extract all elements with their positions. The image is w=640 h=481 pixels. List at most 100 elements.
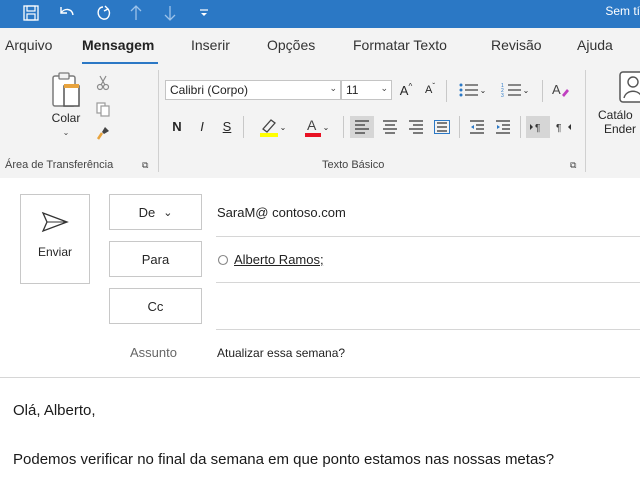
chevron-down-icon: ⌄ xyxy=(163,206,173,219)
tab-opcoes[interactable]: Opções xyxy=(267,37,315,53)
highlighter-icon xyxy=(259,119,278,137)
separator xyxy=(243,116,244,138)
copy-button[interactable] xyxy=(94,100,112,118)
from-button[interactable]: De ⌄ xyxy=(109,194,202,230)
cc-input[interactable] xyxy=(216,288,640,324)
align-left-icon xyxy=(355,120,369,134)
bold-button[interactable]: N xyxy=(169,116,185,136)
justify-button[interactable] xyxy=(430,116,454,138)
customize-quick-access-icon[interactable] xyxy=(196,2,212,24)
grow-font-button[interactable]: A ^ xyxy=(396,80,416,100)
paste-icon xyxy=(52,72,80,107)
font-size-combobox[interactable]: 11 ⌄ xyxy=(341,80,392,100)
field-divider xyxy=(216,329,640,330)
ltr-icon: ¶ xyxy=(530,123,540,134)
caret-down-icon: ˇ xyxy=(432,81,435,91)
shrink-font-button[interactable]: Aˇ xyxy=(420,80,440,100)
message-header: Enviar De ⌄ SaraM@ contoso.com Para Albe… xyxy=(0,178,640,376)
to-recipient[interactable]: Alberto Ramos; xyxy=(234,252,324,267)
send-button[interactable]: Enviar xyxy=(20,194,90,284)
chevron-down-icon: ⌄ xyxy=(279,122,287,132)
tab-mensagem[interactable]: Mensagem xyxy=(82,37,154,53)
arrow-up-icon[interactable] xyxy=(128,2,144,24)
font-color-icon: A xyxy=(304,117,321,137)
save-icon[interactable] xyxy=(20,2,42,24)
title-bar: Sem tí xyxy=(0,0,640,28)
align-right-icon xyxy=(409,120,423,134)
align-center-icon xyxy=(383,120,397,134)
to-field[interactable]: Alberto Ramos; xyxy=(217,252,324,267)
align-right-button[interactable] xyxy=(404,116,428,138)
align-center-button[interactable] xyxy=(378,116,402,138)
increase-indent-button[interactable] xyxy=(491,116,515,138)
from-value: SaraM@ contoso.com xyxy=(217,205,346,220)
chevron-down-icon: ⌄ xyxy=(479,85,487,95)
italic-button[interactable]: I xyxy=(194,116,210,136)
subject-input[interactable]: Atualizar essa semana? xyxy=(217,346,345,360)
tab-revisao[interactable]: Revisão xyxy=(491,37,542,53)
font-name-value: Calibri (Corpo) xyxy=(170,83,249,97)
left-to-right-button[interactable]: ¶ xyxy=(526,116,550,138)
bullets-button[interactable]: ⌄ xyxy=(454,80,490,100)
format-painter-button[interactable] xyxy=(94,124,112,142)
body-line-text: Podemos verificar no final da semana em … xyxy=(13,451,555,468)
cc-button[interactable]: Cc xyxy=(109,288,202,324)
right-to-left-button[interactable]: ¶ xyxy=(552,116,576,138)
numbering-icon: 123 xyxy=(501,83,521,98)
field-divider xyxy=(216,282,640,283)
from-label: De xyxy=(138,204,156,220)
font-name-combobox[interactable]: Calibri (Corpo) ⌄ xyxy=(165,80,341,100)
grow-font-label: A xyxy=(399,82,409,98)
rtl-icon: ¶ xyxy=(556,123,571,134)
send-label: Enviar xyxy=(37,245,72,259)
shrink-font-label: A xyxy=(424,84,433,96)
body-line-greeting: Olá, Alberto, xyxy=(13,402,96,419)
chevron-down-icon: ⌄ xyxy=(329,83,337,93)
field-divider xyxy=(216,236,640,237)
tab-ajuda[interactable]: Ajuda xyxy=(577,37,613,53)
message-body[interactable]: Olá, Alberto, Podemos verificar no final… xyxy=(0,377,640,481)
paste-dropdown-arrow: ⌄ xyxy=(62,128,70,137)
to-button[interactable]: Para xyxy=(109,241,202,277)
undo-icon[interactable] xyxy=(56,2,78,24)
tab-inserir[interactable]: Inserir xyxy=(191,37,230,53)
clipboard-dialog-launcher-icon[interactable]: ⧉ xyxy=(142,160,148,171)
chevron-down-icon: ⌄ xyxy=(522,85,530,95)
separator xyxy=(542,80,543,102)
font-color-button[interactable]: A ⌄ xyxy=(296,116,336,138)
highlight-button[interactable]: ⌄ xyxy=(252,116,292,138)
group-separator xyxy=(158,70,159,172)
tab-arquivo[interactable]: Arquivo xyxy=(5,37,52,53)
copy-icon xyxy=(96,102,110,117)
bullets-icon xyxy=(459,83,478,97)
decrease-indent-icon xyxy=(470,120,484,134)
separator xyxy=(446,80,447,102)
subject-label: Assunto xyxy=(130,345,177,360)
paste-button[interactable]: Colar ⌄ xyxy=(40,70,92,150)
window-title: Sem tí xyxy=(605,4,640,18)
arrow-down-icon[interactable] xyxy=(162,2,178,24)
clear-formatting-button[interactable]: A xyxy=(550,80,572,100)
tab-formatar-texto[interactable]: Formatar Texto xyxy=(353,37,447,53)
separator xyxy=(520,116,521,138)
align-left-button[interactable] xyxy=(350,116,374,138)
numbering-button[interactable]: 123 ⌄ xyxy=(497,80,533,100)
address-book-button[interactable]: Catálo Ender xyxy=(592,70,640,150)
redo-icon[interactable] xyxy=(92,2,114,24)
clipboard-group-label: Área de Transferência xyxy=(5,159,114,171)
chevron-down-icon: ⌄ xyxy=(322,122,330,132)
cut-button[interactable] xyxy=(94,74,112,92)
clear-formatting-icon: A xyxy=(552,82,569,97)
underline-button[interactable]: S xyxy=(219,116,235,136)
group-separator xyxy=(585,70,586,172)
paste-label: Colar xyxy=(51,111,81,125)
svg-text:¶: ¶ xyxy=(556,123,561,134)
address-book-label-line1: Catálo xyxy=(598,108,633,122)
address-book-icon xyxy=(619,71,640,103)
brush-icon xyxy=(96,127,109,140)
svg-text:¶: ¶ xyxy=(535,123,540,134)
basic-text-dialog-launcher-icon[interactable]: ⧉ xyxy=(570,160,576,171)
scissors-icon xyxy=(96,75,110,91)
decrease-indent-button[interactable] xyxy=(465,116,489,138)
caret-up-icon: ^ xyxy=(408,81,413,91)
